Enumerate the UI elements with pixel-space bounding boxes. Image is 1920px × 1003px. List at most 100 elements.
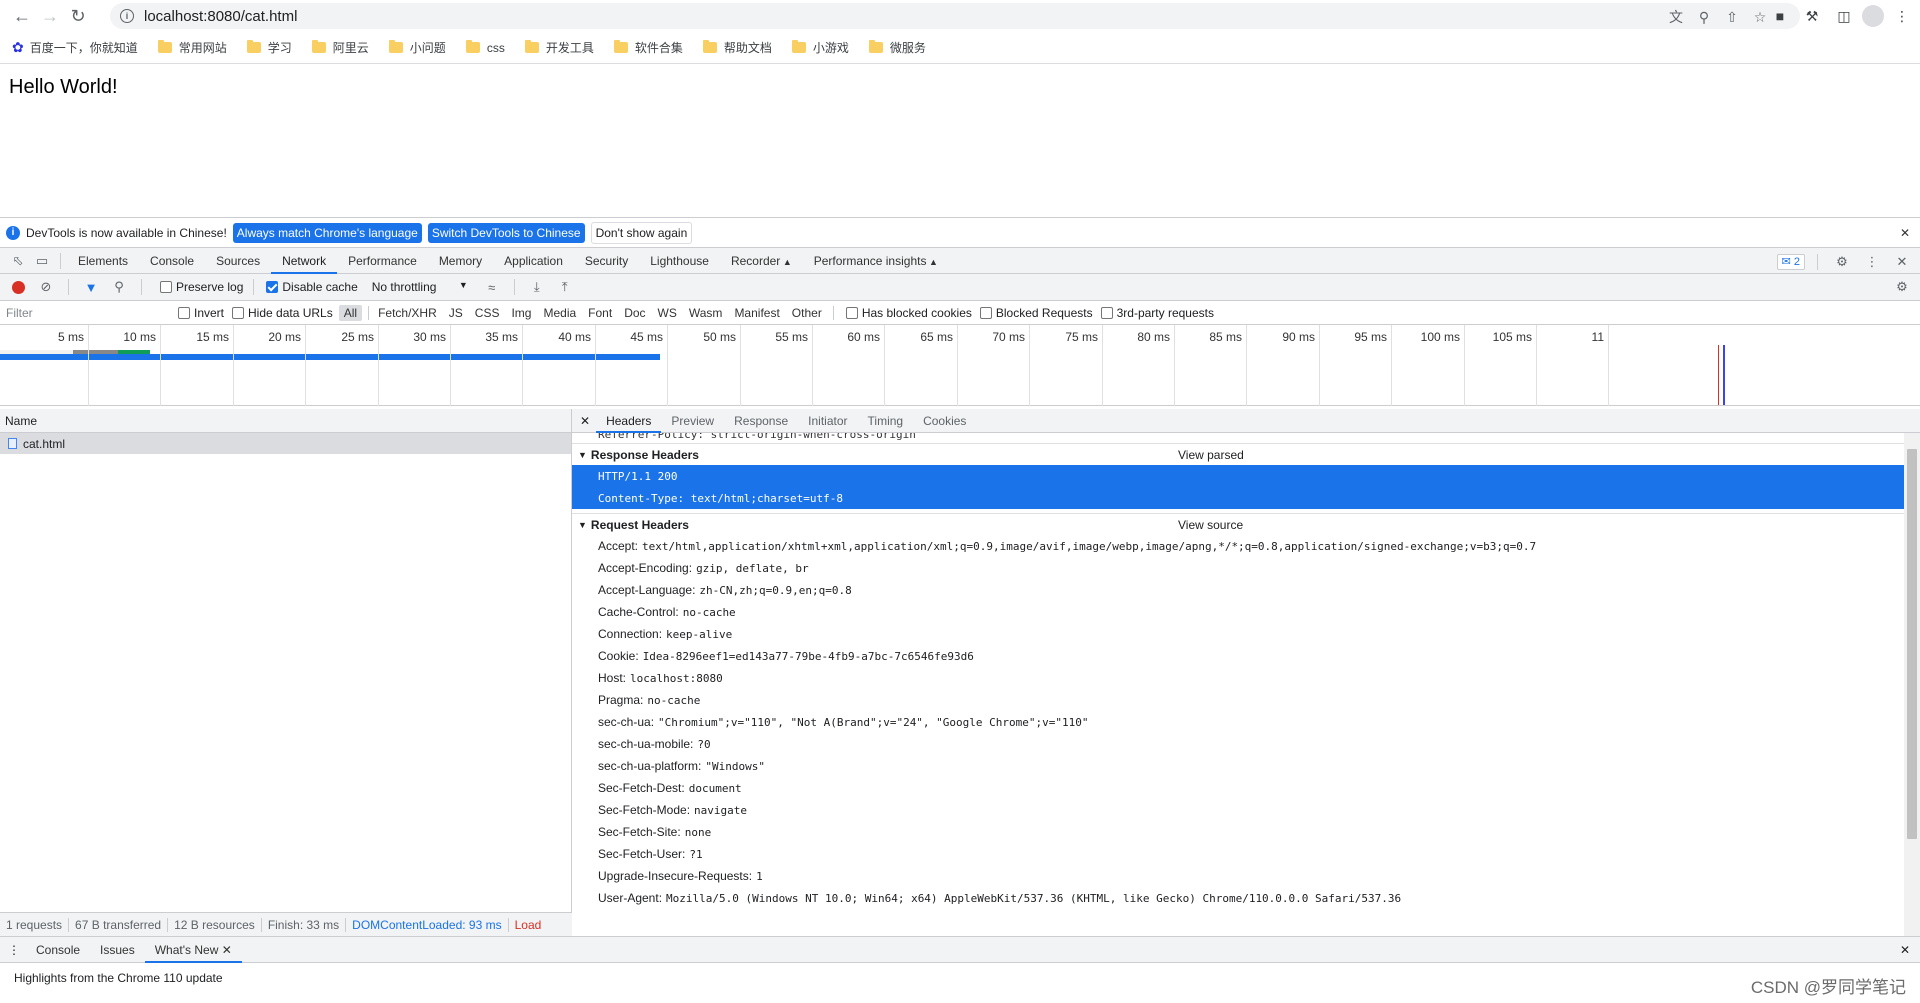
view-source-button[interactable]: View source: [1178, 518, 1243, 532]
bookmark-item[interactable]: 开发工具: [524, 39, 594, 56]
filter-type-manifest[interactable]: Manifest: [729, 305, 784, 321]
tab-security[interactable]: Security: [574, 248, 639, 274]
close-details-icon[interactable]: ✕: [580, 414, 590, 428]
third-party-checkbox[interactable]: 3rd-party requests: [1100, 306, 1214, 320]
header-row[interactable]: Accept-Encoding: gzip, deflate, br: [572, 557, 1904, 579]
back-icon[interactable]: ←: [8, 2, 36, 30]
view-parsed-button[interactable]: View parsed: [1178, 448, 1244, 462]
scrollbar-thumb[interactable]: [1907, 449, 1917, 839]
bookmark-item[interactable]: ✿ 百度一下，你就知道: [12, 39, 138, 56]
network-overview-timeline[interactable]: 5 ms 10 ms 15 ms 20 ms 25 ms 30 ms 35 ms 40 ms 4…: [0, 325, 1920, 406]
puzzle-icon[interactable]: ⚒: [1798, 2, 1826, 30]
header-row[interactable]: Content-Type: text/html;charset=utf-8: [572, 487, 1904, 509]
issues-badge[interactable]: ✉ 2: [1776, 254, 1805, 270]
close-tab-icon[interactable]: ✕: [218, 943, 232, 957]
header-row[interactable]: Accept: text/html,application/xhtml+xml,a…: [572, 535, 1904, 557]
tab-console[interactable]: Console: [139, 248, 205, 274]
detail-tab-headers[interactable]: Headers: [596, 409, 662, 433]
tab-performance-insights[interactable]: Performance insights ▲: [803, 248, 949, 274]
drawer-tab-whatsnew[interactable]: What's New ✕: [144, 937, 242, 963]
drawer-menu-icon[interactable]: ⋮: [8, 943, 20, 957]
detail-tab-cookies[interactable]: Cookies: [913, 409, 976, 433]
drawer-tab-console[interactable]: Console: [26, 937, 90, 963]
zoom-icon[interactable]: ⚲: [1694, 7, 1714, 27]
filter-type-img[interactable]: Img: [506, 305, 536, 321]
tab-recorder[interactable]: Recorder ▲: [720, 248, 803, 274]
filter-type-css[interactable]: CSS: [470, 305, 505, 321]
forward-icon[interactable]: →: [36, 2, 64, 30]
header-row[interactable]: User-Agent: Mozilla/5.0 (Windows NT 10.0;…: [572, 887, 1904, 909]
header-row[interactable]: Sec-Fetch-Dest: document: [572, 777, 1904, 799]
header-row[interactable]: Cache-Control: no-cache: [572, 601, 1904, 623]
close-devtools-icon[interactable]: ✕: [1890, 250, 1914, 274]
name-column-header[interactable]: Name: [0, 409, 571, 433]
switch-language-button[interactable]: Switch DevTools to Chinese: [427, 222, 585, 243]
side-panel-icon[interactable]: ◫: [1830, 2, 1858, 30]
disable-cache-checkbox[interactable]: Disable cache: [266, 280, 358, 294]
clear-icon[interactable]: ⊘: [34, 275, 58, 299]
url-text[interactable]: localhost:8080/cat.html: [144, 8, 297, 25]
bookmark-item[interactable]: 小问题: [388, 39, 446, 56]
share-icon[interactable]: ⇧: [1722, 7, 1742, 27]
import-har-icon[interactable]: ⤓: [525, 275, 549, 299]
inspect-icon[interactable]: ⬁: [6, 249, 30, 273]
dont-show-again-button[interactable]: Don't show again: [590, 221, 693, 244]
scrollbar[interactable]: [1904, 433, 1920, 936]
header-row[interactable]: Cookie: Idea-8296eef1=ed143a77-79be-4fb9-…: [572, 645, 1904, 667]
tab-memory[interactable]: Memory: [428, 248, 493, 274]
filter-type-ws[interactable]: WS: [653, 305, 682, 321]
kebab-menu-icon[interactable]: ⋮: [1860, 250, 1884, 274]
gear-icon[interactable]: ⚙: [1830, 250, 1854, 274]
tab-performance[interactable]: Performance: [337, 248, 428, 274]
filter-type-js[interactable]: JS: [444, 305, 468, 321]
drawer-tab-issues[interactable]: Issues: [90, 937, 145, 963]
tab-network[interactable]: Network: [271, 248, 338, 274]
header-row[interactable]: sec-ch-ua: "Chromium";v="110", "Not A(Bra…: [572, 711, 1904, 733]
response-headers-section[interactable]: ▼ Response Headers View parsed: [572, 443, 1904, 465]
bookmark-item[interactable]: 阿里云: [311, 39, 369, 56]
tab-lighthouse[interactable]: Lighthouse: [639, 248, 720, 274]
filter-type-other[interactable]: Other: [787, 305, 827, 321]
close-icon[interactable]: ✕: [1900, 226, 1910, 240]
bookmark-item[interactable]: css: [465, 40, 505, 55]
header-row[interactable]: Host: localhost:8080: [572, 667, 1904, 689]
filter-icon[interactable]: ▼: [79, 275, 103, 299]
filter-type-all[interactable]: All: [338, 304, 363, 321]
detail-tab-initiator[interactable]: Initiator: [798, 409, 857, 433]
request-headers-section[interactable]: ▼ Request Headers View source: [572, 513, 1904, 535]
menu-icon[interactable]: ⋮: [1888, 2, 1916, 30]
bookmark-item[interactable]: 小游戏: [791, 39, 849, 56]
avatar[interactable]: [1862, 5, 1884, 27]
header-row[interactable]: Connection: keep-alive: [572, 623, 1904, 645]
header-row[interactable]: HTTP/1.1 200: [572, 465, 1904, 487]
header-row[interactable]: Upgrade-Insecure-Requests: 1: [572, 865, 1904, 887]
filter-type-doc[interactable]: Doc: [619, 305, 650, 321]
header-row[interactable]: Sec-Fetch-User: ?1: [572, 843, 1904, 865]
network-settings-gear-icon[interactable]: ⚙: [1890, 275, 1914, 299]
detail-tab-timing[interactable]: Timing: [858, 409, 914, 433]
tab-elements[interactable]: Elements: [67, 248, 139, 274]
filter-type-font[interactable]: Font: [583, 305, 617, 321]
filter-type-fetchxhr[interactable]: Fetch/XHR: [373, 305, 442, 321]
extension-icon[interactable]: ■: [1766, 2, 1794, 30]
device-toolbar-icon[interactable]: ▭: [30, 249, 54, 273]
close-drawer-icon[interactable]: ✕: [1900, 943, 1910, 957]
header-row[interactable]: Accept-Language: zh-CN,zh;q=0.9,en;q=0.8: [572, 579, 1904, 601]
header-row[interactable]: sec-ch-ua-mobile: ?0: [572, 733, 1904, 755]
detail-tab-response[interactable]: Response: [724, 409, 798, 433]
bookmark-item[interactable]: 常用网站: [157, 39, 227, 56]
table-row[interactable]: cat.html: [0, 433, 571, 454]
tab-application[interactable]: Application: [493, 248, 574, 274]
network-conditions-icon[interactable]: ≈: [480, 275, 504, 299]
header-row[interactable]: Pragma: no-cache: [572, 689, 1904, 711]
detail-tab-preview[interactable]: Preview: [661, 409, 724, 433]
header-row[interactable]: Sec-Fetch-Mode: navigate: [572, 799, 1904, 821]
record-icon[interactable]: [6, 275, 30, 299]
bookmark-item[interactable]: 帮助文档: [702, 39, 772, 56]
preserve-log-checkbox[interactable]: Preserve log: [160, 280, 243, 294]
match-language-button[interactable]: Always match Chrome's language: [232, 222, 422, 243]
filter-input[interactable]: Filter: [0, 302, 170, 324]
bookmark-item[interactable]: 软件合集: [613, 39, 683, 56]
hide-data-urls-checkbox[interactable]: Hide data URLs: [232, 306, 333, 320]
header-row[interactable]: Sec-Fetch-Site: none: [572, 821, 1904, 843]
